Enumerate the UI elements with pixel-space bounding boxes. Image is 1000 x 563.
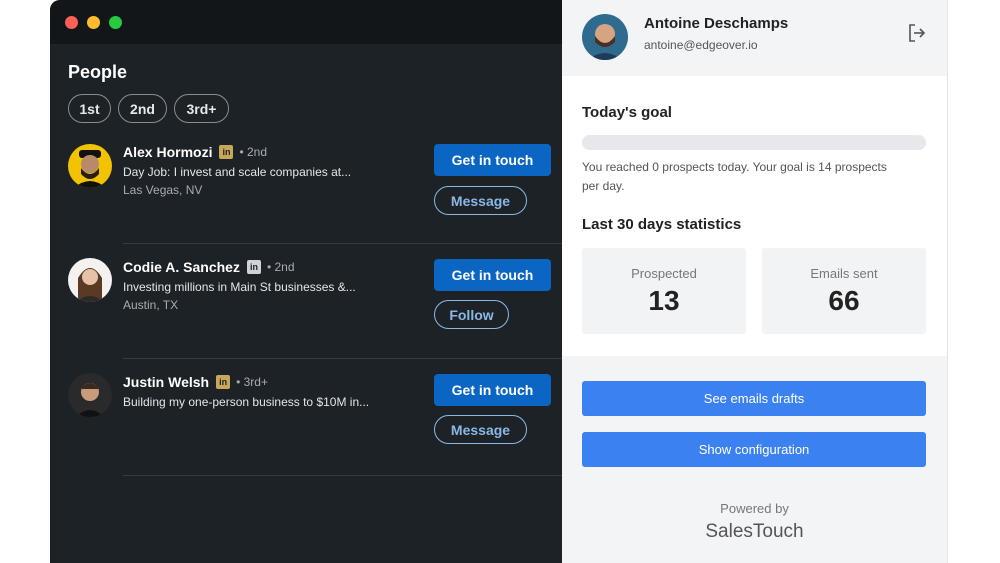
- message-button[interactable]: Message: [434, 415, 527, 444]
- person-headline: Day Job: I invest and scale companies at…: [123, 165, 352, 179]
- window-titlebar: [50, 0, 562, 44]
- filter-chip-2nd[interactable]: 2nd: [118, 94, 167, 123]
- person-row: Codie A. Sanchez in • 2nd Investing mill…: [50, 255, 562, 365]
- people-title: People: [68, 62, 128, 82]
- goal-text: You reached 0 prospects today. Your goal…: [582, 160, 887, 193]
- connection-degree: • 3rd+: [236, 375, 268, 389]
- prospected-label: Prospected: [631, 266, 697, 281]
- person-row: Alex Hormozi in • 2nd Day Job: I invest …: [50, 140, 562, 250]
- person-name-row: Justin Welsh in • 3rd+: [123, 374, 268, 390]
- get-in-touch-button[interactable]: Get in touch: [434, 374, 551, 406]
- avatar[interactable]: [68, 258, 112, 302]
- filter-chip-3rd-plus[interactable]: 3rd+: [174, 94, 229, 123]
- see-email-drafts-button[interactable]: See emails drafts: [582, 381, 926, 416]
- zoom-window-icon[interactable]: [109, 16, 122, 29]
- user-name: Antoine Deschamps: [644, 15, 789, 32]
- person-name-row: Alex Hormozi in • 2nd: [123, 144, 267, 160]
- person-headline: Investing millions in Main St businesses…: [123, 280, 356, 294]
- avatar[interactable]: [68, 144, 112, 188]
- emails-sent-label: Emails sent: [810, 266, 878, 281]
- avatar[interactable]: [68, 373, 112, 417]
- row-divider: [123, 475, 562, 476]
- person-name[interactable]: Justin Welsh: [123, 374, 209, 390]
- salestouch-panel: Antoine Deschamps antoine@edgeover.io To…: [562, 0, 948, 563]
- people-window: People 1st 2nd 3rd+ Alex Hormozi in • 2n…: [50, 0, 562, 563]
- message-button[interactable]: Message: [434, 186, 527, 215]
- goal-progress-bar: [582, 135, 926, 150]
- logout-icon[interactable]: [906, 22, 928, 44]
- emails-sent-value: 66: [828, 285, 860, 316]
- person-location: Austin, TX: [123, 298, 179, 312]
- person-name-row: Codie A. Sanchez in • 2nd: [123, 259, 295, 275]
- show-configuration-button[interactable]: Show configuration: [582, 432, 926, 467]
- close-window-icon[interactable]: [65, 16, 78, 29]
- emails-sent-stat: Emails sent 66: [762, 248, 926, 334]
- linkedin-icon: in: [246, 260, 261, 274]
- get-in-touch-button[interactable]: Get in touch: [434, 259, 551, 291]
- prospected-value: 13: [648, 285, 680, 316]
- connection-degree: • 2nd: [239, 145, 268, 159]
- linkedin-icon: in: [216, 375, 231, 389]
- powered-by-label: Powered by: [720, 501, 789, 516]
- connection-degree: • 2nd: [266, 260, 295, 274]
- goal-card: Today's goal You reached 0 prospects tod…: [562, 76, 947, 356]
- person-location: Las Vegas, NV: [123, 183, 203, 197]
- prospected-stat: Prospected 13: [582, 248, 746, 334]
- todays-goal-title: Today's goal: [582, 104, 672, 121]
- panel-header: Antoine Deschamps antoine@edgeover.io: [562, 0, 947, 76]
- row-divider: [123, 358, 562, 359]
- linkedin-icon: in: [219, 145, 234, 159]
- minimize-window-icon[interactable]: [87, 16, 100, 29]
- user-avatar: [582, 14, 628, 60]
- user-email: antoine@edgeover.io: [644, 38, 758, 52]
- row-divider: [123, 243, 562, 244]
- brand-name[interactable]: SalesTouch: [562, 521, 947, 543]
- filter-chip-1st[interactable]: 1st: [68, 94, 111, 123]
- person-row: Justin Welsh in • 3rd+ Building my one-p…: [50, 370, 562, 480]
- person-name[interactable]: Alex Hormozi: [123, 144, 212, 160]
- get-in-touch-button[interactable]: Get in touch: [434, 144, 551, 176]
- stats-title: Last 30 days statistics: [582, 216, 742, 233]
- person-name[interactable]: Codie A. Sanchez: [123, 259, 240, 275]
- person-headline: Building my one-person business to $10M …: [123, 395, 370, 409]
- follow-button[interactable]: Follow: [434, 300, 509, 329]
